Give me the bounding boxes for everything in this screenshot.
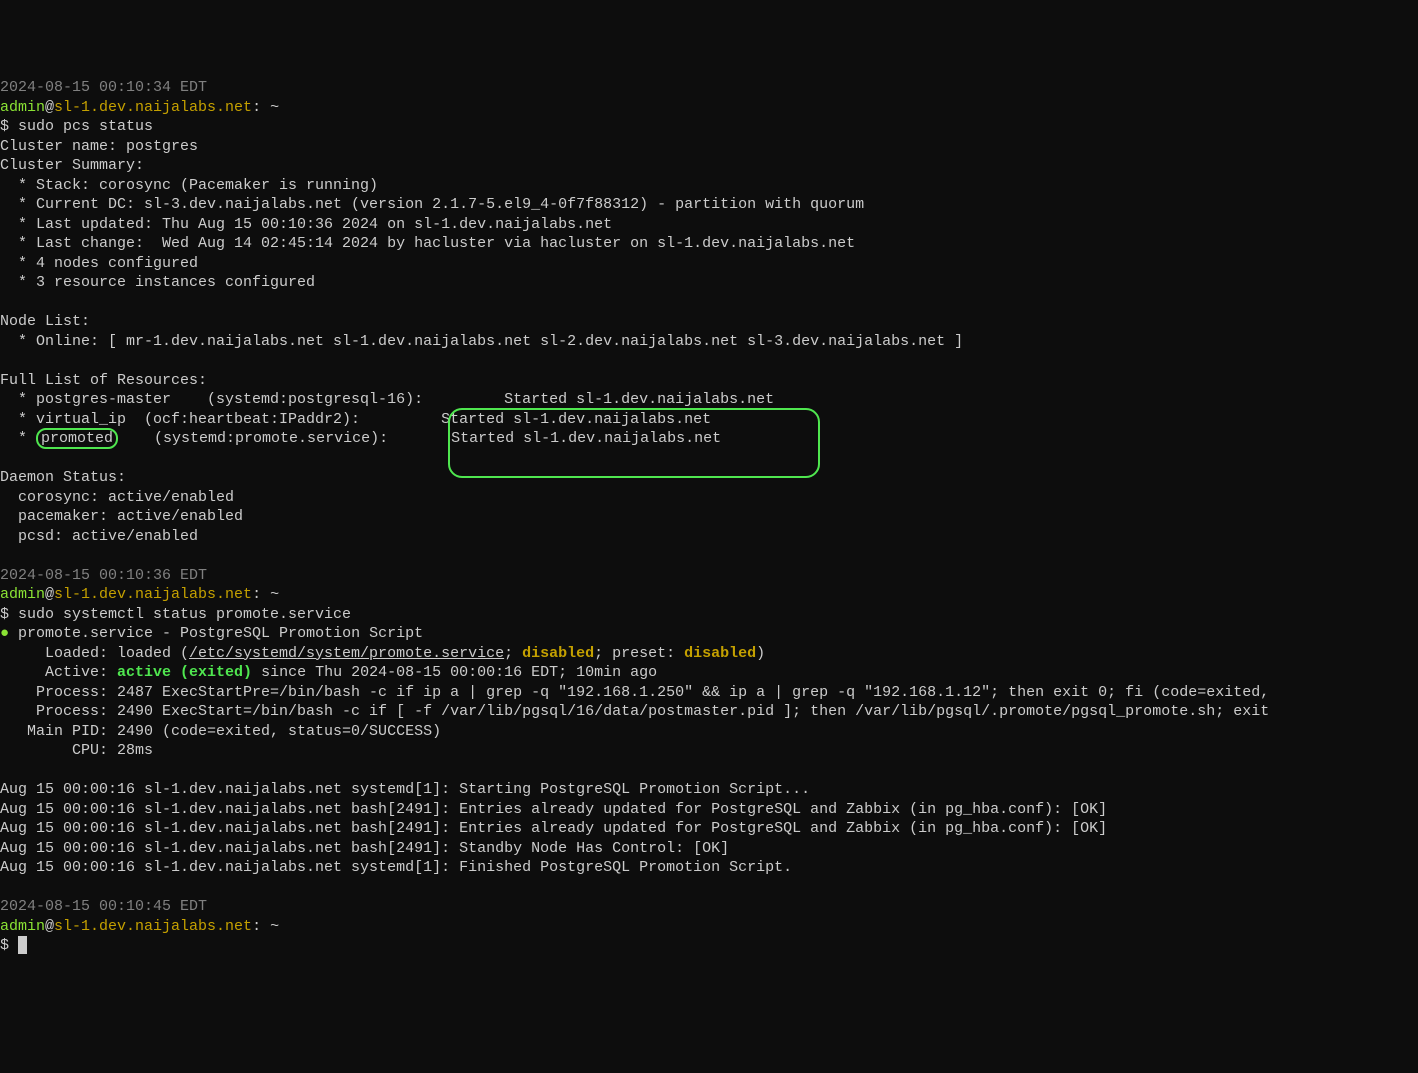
log-line-2: Aug 15 00:00:16 sl-1.dev.naijalabs.net b… — [0, 801, 1107, 818]
loaded-end: ) — [756, 645, 765, 662]
loaded-path: /etc/systemd/system/promote.service — [189, 645, 504, 662]
command-1: $ sudo pcs status — [0, 118, 153, 135]
disabled-2: disabled — [684, 645, 756, 662]
prompt-host-3: sl-1.dev.naijalabs.net — [54, 918, 252, 935]
timestamp-1: 2024-08-15 00:10:34 EDT — [0, 79, 207, 96]
nodes-configured: * 4 nodes configured — [0, 255, 198, 272]
resource-promoted-pre: * — [0, 430, 36, 447]
daemon-status-header: Daemon Status: — [0, 469, 126, 486]
prompt-host-2: sl-1.dev.naijalabs.net — [54, 586, 252, 603]
prompt-dollar: $ — [0, 937, 18, 954]
prompt-tail-3: : ~ — [252, 918, 279, 935]
process-1: Process: 2487 ExecStartPre=/bin/bash -c … — [0, 684, 1269, 701]
node-list-header: Node List: — [0, 313, 90, 330]
cluster-summary: Cluster Summary: — [0, 157, 144, 174]
loaded-preset: ; preset: — [594, 645, 684, 662]
resource-postgres-master-status: Started sl-1.dev.naijalabs.net — [423, 391, 774, 408]
full-list-header: Full List of Resources: — [0, 372, 207, 389]
cluster-name: Cluster name: postgres — [0, 138, 198, 155]
disabled-1: disabled — [522, 645, 594, 662]
main-pid: Main PID: 2490 (code=exited, status=0/SU… — [0, 723, 441, 740]
resource-virtual-ip: * virtual_ip (ocf:heartbeat:IPaddr2): St… — [0, 411, 711, 428]
cpu-time: CPU: 28ms — [0, 742, 153, 759]
prompt-at: @ — [45, 99, 54, 116]
cursor[interactable] — [18, 936, 27, 954]
log-line-1: Aug 15 00:00:16 sl-1.dev.naijalabs.net s… — [0, 781, 810, 798]
prompt-user-2: admin — [0, 586, 45, 603]
prompt-user: admin — [0, 99, 45, 116]
log-line-3: Aug 15 00:00:16 sl-1.dev.naijalabs.net b… — [0, 820, 1107, 837]
daemon-corosync: corosync: active/enabled — [0, 489, 234, 506]
daemon-pcsd: pcsd: active/enabled — [0, 528, 198, 545]
timestamp-3: 2024-08-15 00:10:45 EDT — [0, 898, 207, 915]
last-updated: * Last updated: Thu Aug 15 00:10:36 2024… — [0, 216, 612, 233]
log-line-5: Aug 15 00:00:16 sl-1.dev.naijalabs.net s… — [0, 859, 792, 876]
log-line-4: Aug 15 00:00:16 sl-1.dev.naijalabs.net b… — [0, 840, 729, 857]
active-label: Active: — [0, 664, 117, 681]
prompt-user-3: admin — [0, 918, 45, 935]
daemon-pacemaker: pacemaker: active/enabled — [0, 508, 243, 525]
stack-line: * Stack: corosync (Pacemaker is running) — [0, 177, 378, 194]
resource-promoted-rest: (systemd:promote.service): Started sl-1.… — [118, 430, 721, 447]
resource-postgres-master: * postgres-master (systemd:postgresql-16… — [0, 391, 423, 408]
loaded-label: Loaded: loaded ( — [0, 645, 189, 662]
last-change: * Last change: Wed Aug 14 02:45:14 2024 … — [0, 235, 855, 252]
active-since: since Thu 2024-08-15 00:00:16 EDT; 10min… — [252, 664, 657, 681]
node-list: * Online: [ mr-1.dev.naijalabs.net sl-1.… — [0, 333, 963, 350]
prompt-tail: : ~ — [252, 99, 279, 116]
promoted-highlight: promoted — [36, 428, 118, 449]
dc-line: * Current DC: sl-3.dev.naijalabs.net (ve… — [0, 196, 864, 213]
status-dot-icon: ● — [0, 625, 9, 642]
prompt-host: sl-1.dev.naijalabs.net — [54, 99, 252, 116]
prompt-at-2: @ — [45, 586, 54, 603]
prompt-at-3: @ — [45, 918, 54, 935]
terminal[interactable]: 2024-08-15 00:10:34 EDT admin@sl-1.dev.n… — [0, 78, 1418, 975]
active-value: active (exited) — [117, 664, 252, 681]
service-line: promote.service - PostgreSQL Promotion S… — [9, 625, 423, 642]
timestamp-2: 2024-08-15 00:10:36 EDT — [0, 567, 207, 584]
prompt-tail-2: : ~ — [252, 586, 279, 603]
loaded-mid: ; — [504, 645, 522, 662]
command-2: $ sudo systemctl status promote.service — [0, 606, 351, 623]
process-2: Process: 2490 ExecStart=/bin/bash -c if … — [0, 703, 1269, 720]
resources-configured: * 3 resource instances configured — [0, 274, 315, 291]
